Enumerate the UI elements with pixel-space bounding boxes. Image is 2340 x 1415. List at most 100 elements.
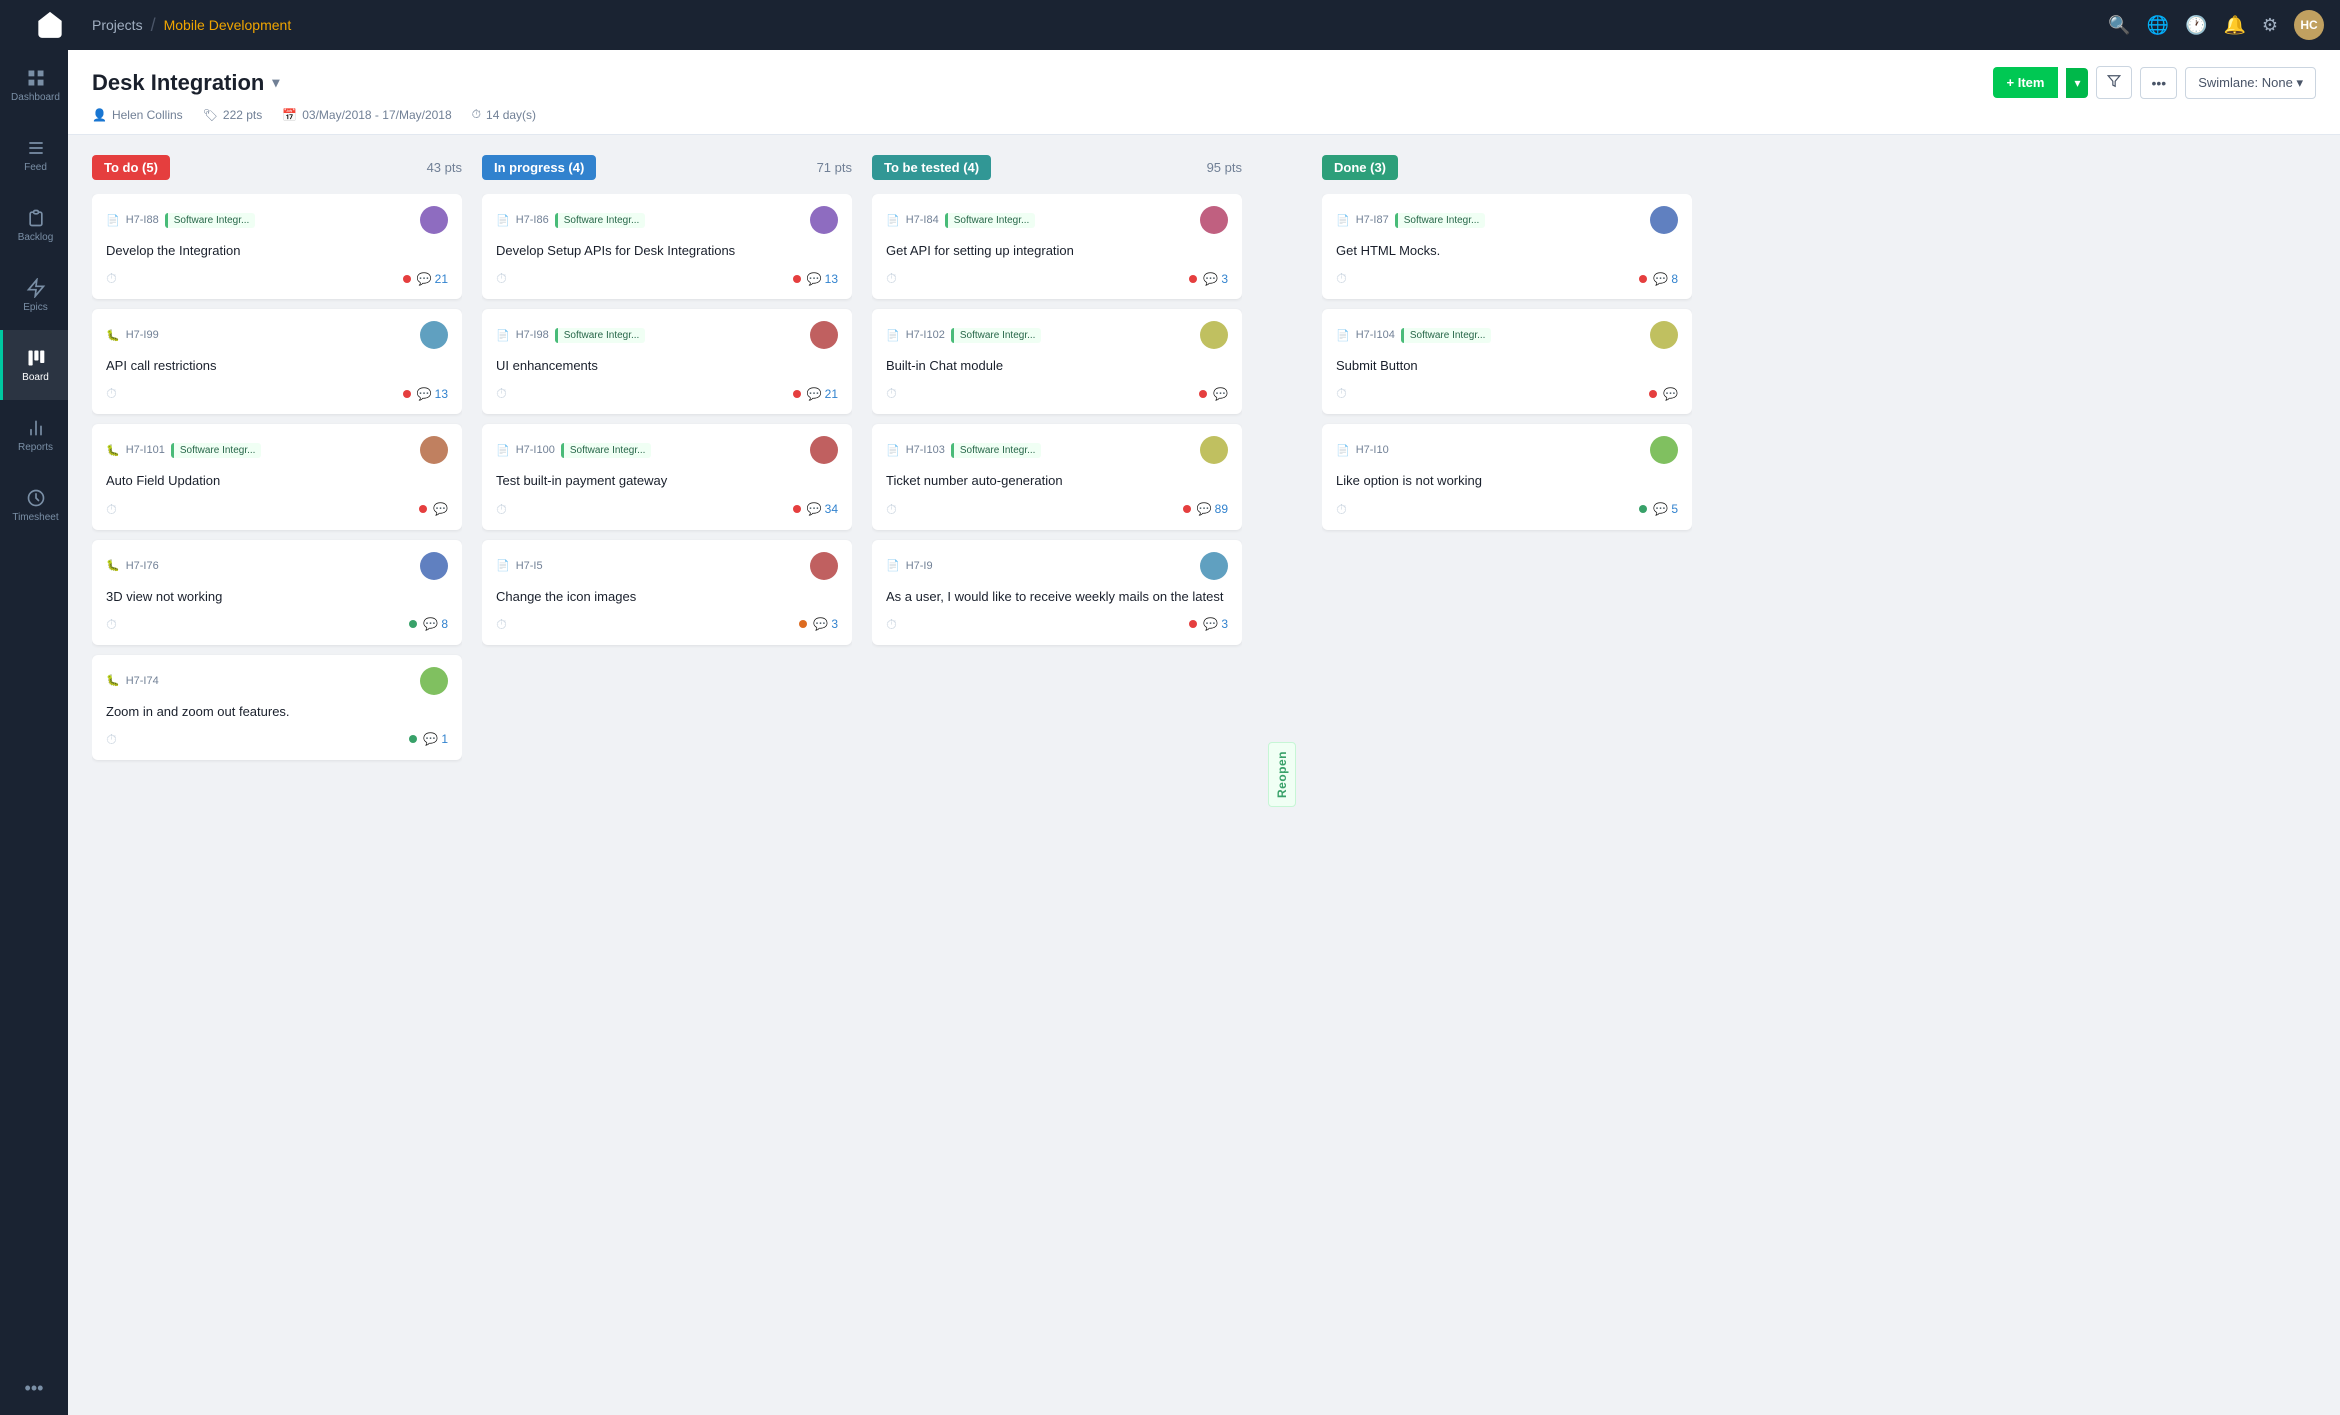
points-icon: 🏷 xyxy=(203,108,218,122)
clock-icon: ⏱ xyxy=(106,385,117,402)
column-badge-inprogress[interactable]: In progress (4) xyxy=(482,155,596,180)
page-title-text: Desk Integration xyxy=(92,70,264,96)
card-id-tags: 🐛 H7-I74 xyxy=(106,674,159,687)
card-comments: 💬 5 xyxy=(1653,502,1678,516)
card-tag: Software Integr... xyxy=(555,328,646,343)
card-indicators: 💬 21 xyxy=(793,387,838,401)
card-title: Ticket number auto-generation xyxy=(886,472,1228,490)
sidebar-item-epics[interactable]: Epics xyxy=(0,260,68,330)
card-avatar xyxy=(1650,321,1678,349)
filter-button[interactable] xyxy=(2096,66,2132,99)
card-comments: 💬 13 xyxy=(807,272,838,286)
sidebar-item-reports[interactable]: Reports xyxy=(0,400,68,470)
sidebar-more[interactable]: ••• xyxy=(25,1378,44,1399)
page-meta: 👤 Helen Collins 🏷 222 pts 📅 03/May/2018 … xyxy=(92,107,2316,122)
table-row[interactable]: 🐛 H7-I74 Zoom in and zoom out features. … xyxy=(92,655,462,760)
card-bottom: ⏱ 💬 21 xyxy=(106,270,448,287)
table-row[interactable]: 🐛 H7-I76 3D view not working ⏱ 💬 8 xyxy=(92,540,462,645)
card-comments: 💬 3 xyxy=(813,617,838,631)
clock-icon: ⏱ xyxy=(886,270,897,287)
clock-icon: ⏱ xyxy=(106,731,117,748)
card-top: 📄 H7-I100 Software Integr... xyxy=(496,436,838,464)
table-row[interactable]: 📄 H7-I104 Software Integr... Submit Butt… xyxy=(1322,309,1692,414)
table-row[interactable]: 📄 H7-I103 Software Integr... Ticket numb… xyxy=(872,424,1242,529)
card-top: 📄 H7-I84 Software Integr... xyxy=(886,206,1228,234)
table-row[interactable]: 📄 H7-I100 Software Integr... Test built-… xyxy=(482,424,852,529)
clock-icon: ⏱ xyxy=(1336,501,1347,518)
story-icon: 📄 xyxy=(886,329,900,342)
reopen-button[interactable]: Reopen xyxy=(1268,742,1296,807)
sidebar-item-timesheet[interactable]: Timesheet xyxy=(0,470,68,540)
bug-icon: 🐛 xyxy=(106,329,120,342)
story-icon: 📄 xyxy=(106,214,120,227)
clock-icon[interactable]: 🕐 xyxy=(2185,15,2207,36)
comment-icon: 💬 xyxy=(807,272,822,286)
card-title: Get HTML Mocks. xyxy=(1336,242,1678,260)
table-row[interactable]: 📄 H7-I9 As a user, I would like to recei… xyxy=(872,540,1242,645)
column-badge-tobetested[interactable]: To be tested (4) xyxy=(872,155,991,180)
comment-icon: 💬 xyxy=(423,732,438,746)
card-avatar xyxy=(1200,206,1228,234)
add-item-button[interactable]: + Item xyxy=(1993,67,2059,98)
card-tag: Software Integr... xyxy=(951,328,1042,343)
board-container: To do (5) 43 pts 📄 H7-I88 Software Integ… xyxy=(68,135,2340,1415)
table-row[interactable]: 🐛 H7-I101 Software Integr... Auto Field … xyxy=(92,424,462,529)
card-id-tags: 📄 H7-I10 xyxy=(1336,444,1389,457)
cards-list-done: 📄 H7-I87 Software Integr... Get HTML Moc… xyxy=(1322,194,1692,1395)
comment-count: 5 xyxy=(1671,502,1678,516)
table-row[interactable]: 📄 H7-I87 Software Integr... Get HTML Moc… xyxy=(1322,194,1692,299)
card-bottom: ⏱ 💬 89 xyxy=(886,501,1228,518)
topbar-actions: 🔍 🌐 🕐 🔔 ⚙ HC xyxy=(2108,10,2324,40)
meta-points: 🏷 222 pts xyxy=(203,108,263,122)
table-row[interactable]: 📄 H7-I102 Software Integr... Built-in Ch… xyxy=(872,309,1242,414)
card-comments: 💬 89 xyxy=(1197,502,1228,516)
sidebar-label-epics: Epics xyxy=(23,302,47,313)
card-id-tags: 📄 H7-I5 xyxy=(496,559,543,572)
user-avatar[interactable]: HC xyxy=(2294,10,2324,40)
comment-icon: 💬 xyxy=(433,502,448,516)
table-row[interactable]: 📄 H7-I10 Like option is not working ⏱ 💬 … xyxy=(1322,424,1692,529)
settings-icon[interactable]: ⚙ xyxy=(2262,15,2278,36)
card-tag: Software Integr... xyxy=(1395,213,1486,228)
column-header-tobetested: To be tested (4) 95 pts xyxy=(872,155,1242,180)
table-row[interactable]: 🐛 H7-I99 API call restrictions ⏱ 💬 13 xyxy=(92,309,462,414)
card-bottom: ⏱ 💬 1 xyxy=(106,731,448,748)
sidebar-item-backlog[interactable]: Backlog xyxy=(0,190,68,260)
comment-icon: 💬 xyxy=(423,617,438,631)
search-icon[interactable]: 🔍 xyxy=(2108,15,2130,36)
card-id-tags: 🐛 H7-I76 xyxy=(106,559,159,572)
clock-icon: ⏱ xyxy=(1336,385,1347,402)
card-bottom: ⏱ 💬 xyxy=(886,385,1228,402)
card-id: H7-I88 xyxy=(126,214,159,226)
sidebar-item-feed[interactable]: Feed xyxy=(0,120,68,190)
card-avatar xyxy=(420,321,448,349)
table-row[interactable]: 📄 H7-I98 Software Integr... UI enhanceme… xyxy=(482,309,852,414)
title-dropdown-icon[interactable]: ▾ xyxy=(272,74,279,91)
card-title: UI enhancements xyxy=(496,357,838,375)
projects-link[interactable]: Projects xyxy=(92,17,143,33)
table-row[interactable]: 📄 H7-I88 Software Integr... Develop the … xyxy=(92,194,462,299)
swimlane-select[interactable]: Swimlane: None ▾ xyxy=(2185,67,2316,99)
card-id: H7-I10 xyxy=(1356,444,1389,456)
card-id-tags: 📄 H7-I87 Software Integr... xyxy=(1336,213,1485,228)
notifications-icon[interactable]: 🔔 xyxy=(2223,15,2245,36)
card-indicators: 💬 34 xyxy=(793,502,838,516)
comment-icon: 💬 xyxy=(1653,502,1668,516)
calendar-icon: 📅 xyxy=(282,108,297,122)
table-row[interactable]: 📄 H7-I86 Software Integr... Develop Setu… xyxy=(482,194,852,299)
more-options-button[interactable]: ••• xyxy=(2140,67,2177,99)
card-title: Develop the Integration xyxy=(106,242,448,260)
current-project[interactable]: Mobile Development xyxy=(164,17,292,33)
bug-icon: 🐛 xyxy=(106,559,120,572)
column-badge-todo[interactable]: To do (5) xyxy=(92,155,170,180)
sidebar-item-dashboard[interactable]: Dashboard xyxy=(0,50,68,120)
card-bottom: ⏱ 💬 13 xyxy=(496,270,838,287)
sidebar-item-board[interactable]: Board xyxy=(0,330,68,400)
add-item-dropdown-button[interactable]: ▾ xyxy=(2066,68,2088,98)
column-badge-done[interactable]: Done (3) xyxy=(1322,155,1398,180)
globe-icon[interactable]: 🌐 xyxy=(2147,15,2169,36)
table-row[interactable]: 📄 H7-I5 Change the icon images ⏱ 💬 3 xyxy=(482,540,852,645)
card-bottom: ⏱ 💬 xyxy=(106,501,448,518)
table-row[interactable]: 📄 H7-I84 Software Integr... Get API for … xyxy=(872,194,1242,299)
card-id-tags: 📄 H7-I103 Software Integr... xyxy=(886,443,1041,458)
